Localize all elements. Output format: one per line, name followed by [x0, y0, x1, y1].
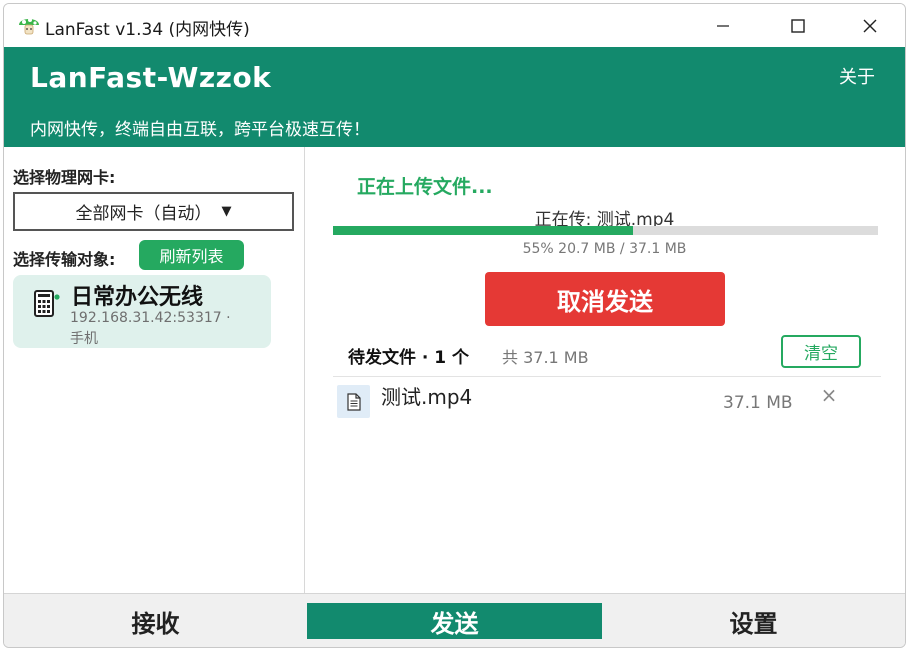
mushroom-logo-icon — [19, 18, 39, 35]
app-title: LanFast-Wzzok — [30, 61, 272, 94]
minimize-icon — [717, 24, 729, 27]
target-label: 选择传输对象: — [13, 250, 116, 269]
app-header: LanFast-Wzzok 关于 内网快传，终端自由互联，跨平台极速互传！ — [4, 47, 905, 147]
device-type: 手机 — [70, 331, 98, 347]
title-bar[interactable]: LanFast v1.34 (内网快传) — [4, 4, 905, 47]
nic-select-value: 全部网卡（自动） — [75, 204, 212, 224]
queue-title: 待发文件 · 1 个 — [348, 348, 470, 368]
refresh-list-button[interactable]: 刷新列表 — [139, 240, 244, 270]
device-name: 日常办公无线 — [71, 285, 204, 310]
progress-bar-fill — [333, 226, 633, 235]
window-title: LanFast v1.34 (内网快传) — [45, 20, 250, 40]
about-link[interactable]: 关于 — [839, 63, 875, 89]
tab-settings[interactable]: 设置 — [602, 603, 905, 639]
cancel-send-button[interactable]: 取消发送 — [485, 272, 725, 326]
dropdown-arrow-icon: ▼ — [221, 204, 232, 219]
transfer-status: 正在上传文件... — [357, 176, 493, 198]
tab-send[interactable]: 发送 — [307, 603, 602, 639]
queue-file-row: 测试.mp4 37.1 MB × — [333, 381, 881, 425]
device-card[interactable]: 日常办公无线 192.168.31.42:53317 · 手机 — [13, 275, 271, 348]
progress-bar — [333, 226, 878, 235]
progress-text: 55% 20.7 MB / 37.1 MB — [522, 241, 687, 257]
nic-label: 选择物理网卡: — [13, 168, 116, 187]
maximize-icon — [791, 18, 805, 33]
queue-file-name: 测试.mp4 — [381, 385, 473, 409]
app-subtitle: 内网快传，终端自由互联，跨平台极速互传！ — [30, 120, 370, 140]
clear-queue-button[interactable]: 清空 — [781, 335, 861, 368]
bottom-nav: 接收 发送 设置 — [4, 593, 905, 647]
queue-total-size: 共 37.1 MB — [502, 348, 589, 367]
maximize-button[interactable] — [763, 4, 833, 47]
document-glyph-icon — [346, 392, 361, 411]
remove-file-icon[interactable]: × — [819, 385, 839, 405]
document-icon — [337, 385, 370, 418]
queue-file-size: 37.1 MB — [723, 393, 793, 413]
close-icon — [863, 19, 877, 32]
minimize-button[interactable] — [688, 4, 758, 47]
tab-receive[interactable]: 接收 — [4, 603, 307, 639]
left-panel: 选择物理网卡: 全部网卡（自动） ▼ 选择传输对象: 刷新列表 日常办公无线 1… — [4, 147, 305, 593]
queue-divider — [333, 376, 881, 377]
phone-device-icon — [34, 290, 60, 317]
nic-select[interactable]: 全部网卡（自动） ▼ — [13, 192, 294, 231]
device-address: 192.168.31.42:53317 · — [70, 310, 231, 326]
close-button[interactable] — [835, 4, 905, 47]
send-panel: 正在上传文件... 正在传: 测试.mp4 55% 20.7 MB / 37.1… — [306, 147, 905, 593]
app-window: LanFast v1.34 (内网快传) LanFast-Wzzok 关于 内网… — [3, 3, 906, 648]
